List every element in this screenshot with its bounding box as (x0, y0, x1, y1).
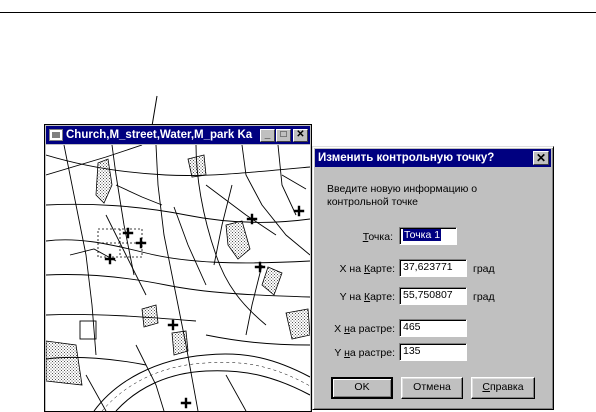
map-canvas[interactable] (46, 145, 310, 411)
y-raster-label: Y на растре: (334, 347, 395, 359)
help-button[interactable]: Справка (471, 377, 535, 399)
dialog-prompt: Введите новую информацию о контрольной т… (327, 183, 478, 208)
map-window-icon[interactable] (49, 129, 63, 141)
map-window-title: Church,M_street,Water,M_park Ka (66, 129, 253, 141)
x-raster-field[interactable]: 465 (399, 319, 467, 337)
close-button[interactable]: ✕ (293, 128, 308, 142)
park-areas (46, 154, 310, 386)
y-map-unit: град (473, 291, 495, 303)
x-raster-label: X на растре: (334, 323, 395, 335)
control-point-marker (293, 205, 305, 217)
map-window-titlebar[interactable]: Church,M_street,Water,M_park Ka _ □ ✕ (46, 126, 310, 144)
edit-control-point-dialog[interactable]: Изменить контрольную точку? ✕ Введите но… (312, 146, 554, 410)
map-window[interactable]: Church,M_street,Water,M_park Ka _ □ ✕ (44, 124, 312, 412)
control-point-marker (180, 397, 192, 409)
y-raster-field[interactable]: 135 (399, 343, 467, 361)
top-rule (0, 12, 596, 13)
ok-button[interactable]: OK (331, 377, 393, 399)
x-map-field[interactable]: 37,623771 (399, 259, 467, 277)
x-map-label: X на Карте: (339, 263, 395, 275)
control-point-marker (135, 237, 147, 249)
control-point-marker (167, 319, 179, 331)
dialog-close-button[interactable]: ✕ (533, 151, 549, 165)
y-map-label: Y на Карте: (339, 291, 395, 303)
river (93, 353, 310, 411)
minimize-button[interactable]: _ (260, 128, 275, 142)
control-point-marker (254, 261, 266, 273)
dialog-title: Изменить контрольную точку? (318, 152, 495, 164)
selection-frame (97, 228, 143, 258)
control-point-marker (246, 213, 258, 225)
cancel-button[interactable]: Отмена (401, 377, 463, 399)
maximize-button[interactable]: □ (276, 128, 291, 142)
point-name-field[interactable]: Точка 1 (399, 227, 457, 245)
point-label: Точка: (362, 231, 393, 243)
control-points (104, 205, 305, 409)
y-map-field[interactable]: 55,750807 (399, 287, 467, 305)
x-map-unit: град (473, 263, 495, 275)
map-drawing (46, 145, 310, 411)
dialog-titlebar[interactable]: Изменить контрольную точку? ✕ (315, 149, 551, 167)
